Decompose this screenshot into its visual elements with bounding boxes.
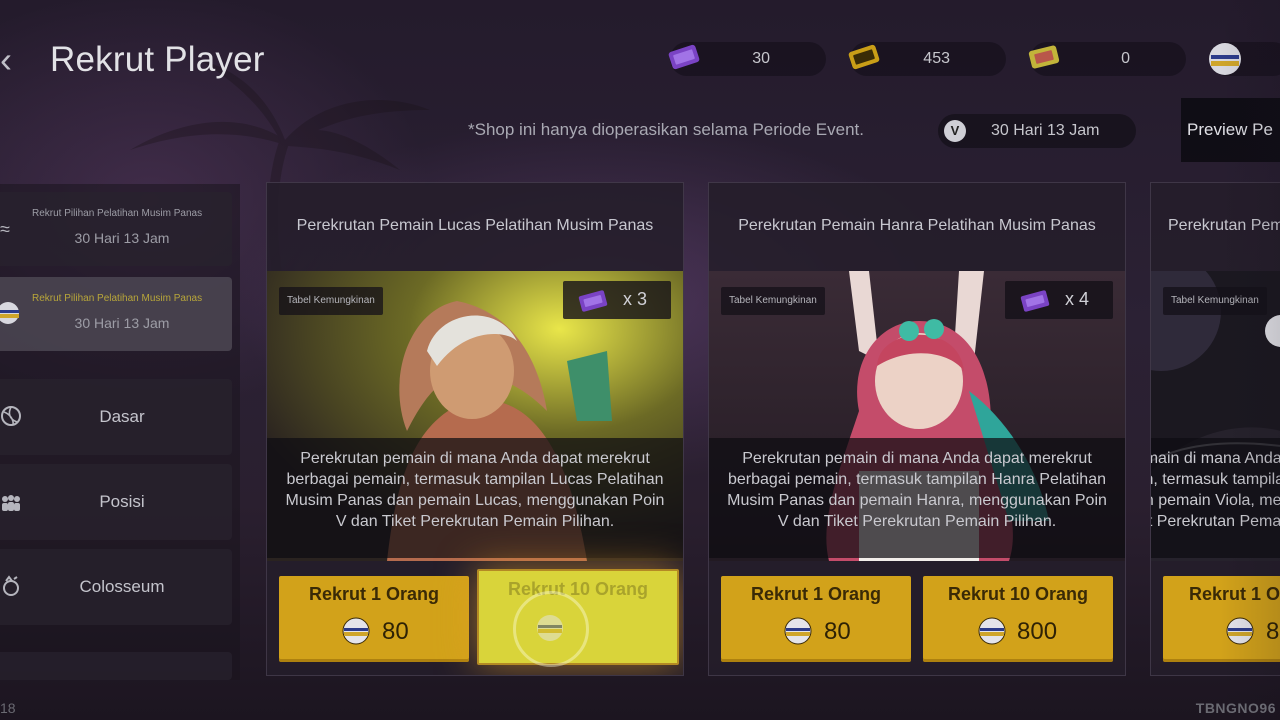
- v-point-coin-icon: [784, 617, 812, 645]
- voucher-ticket-count: 0: [1121, 50, 1130, 67]
- button-label: Rekrut 1 Orang: [750, 584, 882, 604]
- voucher-ticket-icon: [1028, 45, 1060, 69]
- watermark: TBNGNO96: [1195, 700, 1276, 716]
- currency-voucher-tickets: 0: [1028, 42, 1186, 76]
- timer-value: 30 Hari 13 Jam: [991, 122, 1100, 139]
- edge-fade: [1220, 0, 1280, 720]
- button-label: Rekrut 1 Orang: [308, 584, 440, 604]
- sidebar-item-time: 30 Hari 13 Jam: [74, 315, 170, 331]
- back-button[interactable]: ‹: [0, 40, 14, 80]
- ticket-count: x 3: [623, 289, 648, 309]
- sidebar-item-more[interactable]: [0, 652, 232, 680]
- recruit-10-button[interactable]: Rekrut 10 Orang: [477, 569, 679, 667]
- card-description: Perekrutan pemain di mana Anda dapat mer…: [709, 438, 1125, 558]
- currency-scout-tickets: 453: [848, 42, 1006, 76]
- card-description: Perekrutan pemain di mana Anda dapat mer…: [267, 438, 683, 558]
- timer-icon: V: [944, 120, 966, 142]
- sidebar-item-label: Posisi: [99, 492, 145, 511]
- sidebar-item-title: Rekrut Pilihan Pelatihan Musim Panas: [32, 208, 203, 219]
- v-point-coin-icon: [537, 615, 563, 641]
- card-title: Perekrutan Pemain Lucas Pelatihan Musim …: [296, 217, 654, 234]
- recruit-1-button[interactable]: Rekrut 1 Orang 80: [279, 576, 469, 662]
- v-point-coin-icon: [342, 617, 370, 645]
- ticket-requirement: x 3: [563, 281, 671, 319]
- button-price: 80: [824, 618, 851, 645]
- skin-ticket-icon: [578, 290, 608, 312]
- page-title: Rekrut Player: [50, 40, 265, 79]
- odds-table-button[interactable]: Tabel Kemungkinan: [279, 287, 383, 315]
- recruit-10-button[interactable]: Rekrut 10 Orang 800: [923, 576, 1113, 662]
- sidebar-item-posisi[interactable]: Posisi: [0, 464, 232, 540]
- sidebar-item-title: Rekrut Pilihan Pelatihan Musim Panas: [32, 293, 203, 304]
- description-text: Perekrutan pemain di mana Anda dapat mer…: [727, 450, 1107, 530]
- scout-ticket-count: 453: [923, 50, 950, 67]
- card-title: Perekrutan Pemain Hanra Pelatihan Musim …: [738, 217, 1096, 234]
- button-label: Rekrut 10 Orang: [507, 579, 649, 599]
- odds-table-button[interactable]: Tabel Kemungkinan: [721, 287, 825, 315]
- v-point-coin-icon: [978, 617, 1006, 645]
- currency-skin-tickets: 30: [668, 42, 826, 76]
- event-notice: *Shop ini hanya dioperasikan selama Peri…: [468, 120, 864, 139]
- sidebar-item-label: Colosseum: [79, 577, 165, 596]
- corner-number: 18: [0, 700, 16, 716]
- sidebar-item-summer-recruit-1[interactable]: ≈ Rekrut Pilihan Pelatihan Musim Panas 3…: [0, 192, 232, 266]
- scout-ticket-icon: [848, 44, 880, 70]
- button-label: Rekrut 10 Orang: [947, 584, 1089, 604]
- skin-ticket-icon: [668, 44, 700, 70]
- sidebar-item-colosseum[interactable]: Colosseum: [0, 549, 232, 625]
- sidebar-item-dasar[interactable]: Dasar: [0, 379, 232, 455]
- recruit-1-button[interactable]: Rekrut 1 Orang 80: [721, 576, 911, 662]
- button-price: 800: [1017, 618, 1058, 645]
- skin-ticket-count: 30: [752, 50, 770, 67]
- description-text: Perekrutan pemain di mana Anda dapat mer…: [285, 450, 665, 530]
- sidebar-item-summer-recruit-2[interactable]: Rekrut Pilihan Pelatihan Musim Panas 30 …: [0, 277, 232, 351]
- recruit-card-hanra: Perekrutan Pemain Hanra Pelatihan Musim …: [708, 182, 1126, 676]
- ticket-requirement: x 4: [1005, 281, 1113, 319]
- sidebar-item-time: 30 Hari 13 Jam: [74, 230, 170, 246]
- sidebar-item-label: Dasar: [99, 407, 145, 426]
- event-timer: V 30 Hari 13 Jam: [938, 114, 1136, 148]
- button-price: 80: [382, 618, 409, 645]
- recruit-card-lucas: Perekrutan Pemain Lucas Pelatihan Musim …: [266, 182, 684, 676]
- ticket-count: x 4: [1065, 289, 1090, 309]
- skin-ticket-icon: [1020, 290, 1050, 312]
